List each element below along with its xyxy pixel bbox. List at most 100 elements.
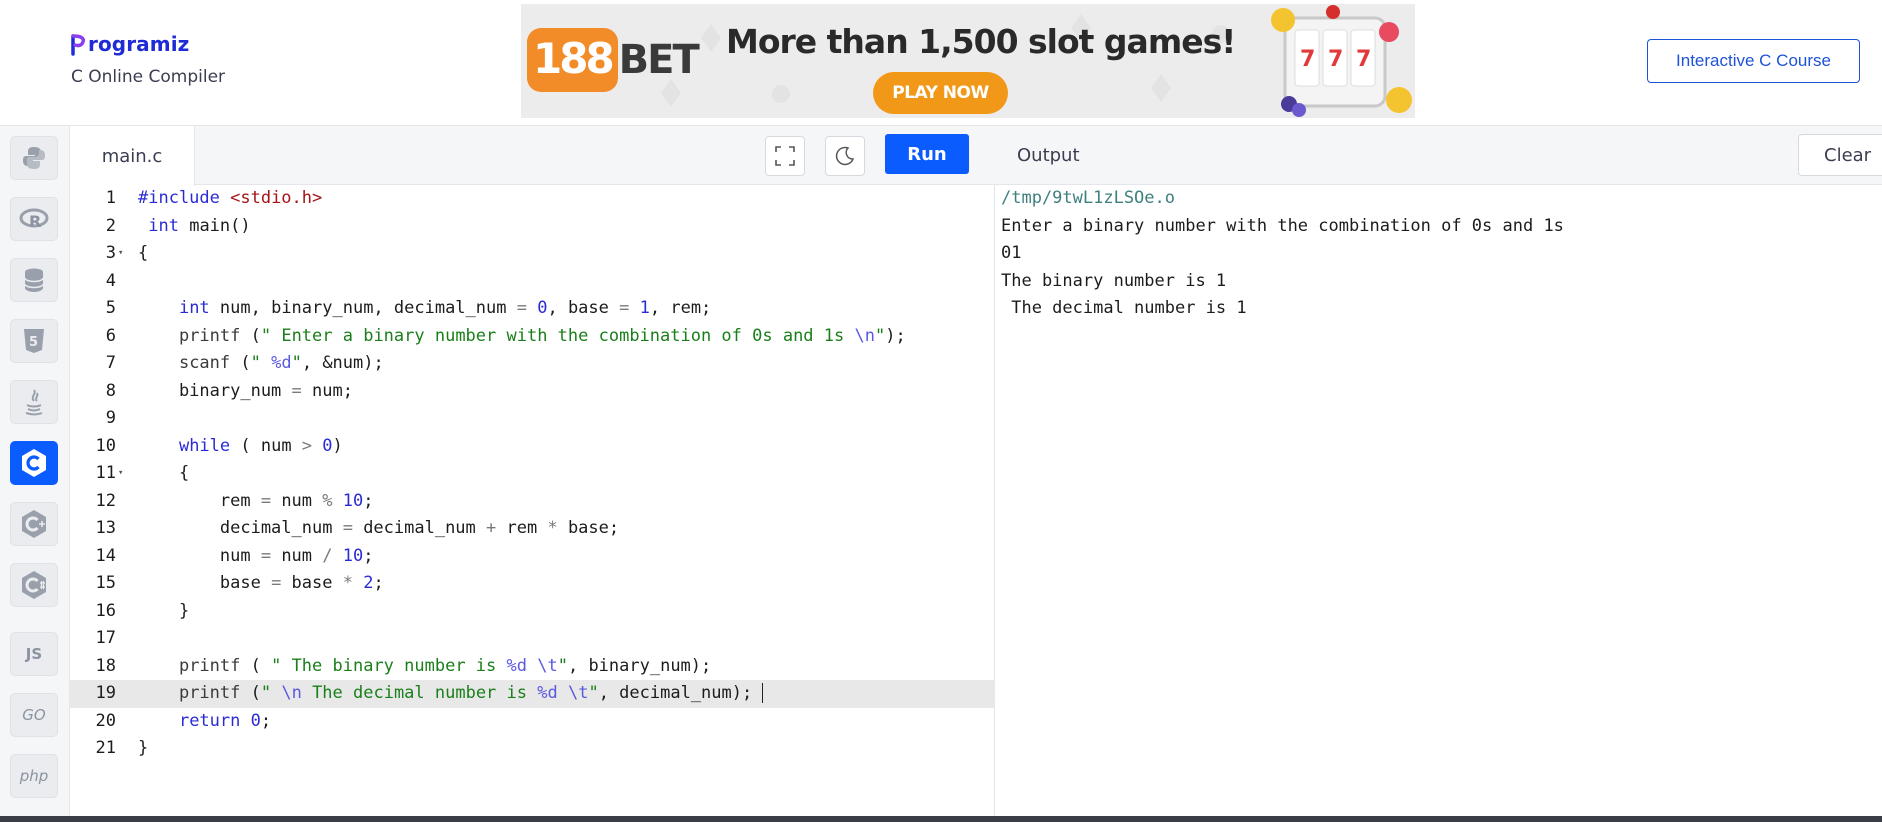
line-number: 6 — [105, 325, 116, 346]
code-text: int main() — [148, 215, 251, 236]
php-icon: php — [19, 767, 49, 785]
clear-button[interactable]: Clear — [1798, 134, 1882, 176]
line-number: 12 — [95, 490, 116, 511]
line-number: 8 — [105, 380, 116, 401]
line-number: 5 — [105, 298, 116, 318]
ad-brand-logo: 188 BET — [527, 16, 700, 104]
code-text: int num, binary_num, decimal_num = 0, ba… — [178, 298, 712, 318]
fullscreen-button[interactable] — [765, 136, 805, 176]
editor-toolbar: main.c Run — [70, 126, 995, 186]
code-text: printf (" Enter a binary number with the… — [178, 325, 906, 346]
code-text: } — [138, 738, 149, 758]
code-line[interactable]: 11 ▾ { — [70, 460, 995, 488]
code-line[interactable]: 18 printf ( " The binary number is %d \t… — [70, 653, 995, 681]
code-line[interactable]: 8 binary_num = num; — [70, 378, 995, 406]
js-icon: JS — [25, 645, 43, 663]
code-text: num = num / 10; — [138, 545, 374, 566]
code-line[interactable]: 17 — [70, 625, 995, 653]
cpp-icon — [22, 510, 46, 538]
tab-main-c[interactable]: main.c — [70, 126, 195, 186]
ad-logo-number: 188 — [527, 28, 618, 92]
text-cursor — [762, 683, 764, 703]
line-number: 19 — [95, 683, 116, 703]
ad-play-now-button[interactable]: PLAY NOW — [873, 72, 1008, 114]
code-text: decimal_num = decimal_num + rem * base; — [138, 518, 620, 538]
code-text: { — [138, 463, 190, 483]
fullscreen-icon — [775, 146, 795, 166]
code-line[interactable]: 4 — [70, 268, 995, 296]
sidebar-item-js[interactable]: JS — [10, 632, 58, 676]
code-line[interactable]: 20 return 0; — [70, 708, 995, 736]
line-number: 18 — [95, 655, 116, 676]
java-icon — [25, 389, 43, 416]
line-number: 14 — [95, 545, 116, 566]
code-text: binary_num = num; — [138, 380, 353, 401]
advertisement-banner[interactable]: 188 BET More than 1,500 slot games! PLAY… — [521, 4, 1415, 118]
line-number: 7 — [105, 353, 116, 373]
page-subtitle: C Online Compiler — [71, 67, 226, 87]
code-area[interactable]: 1 #include <stdio.h> 2 int main() 3 ▾{4 5 in… — [70, 185, 995, 763]
output-panel: Output Clear /tmp/9twL1zLSOe.o Enter a bi… — [995, 126, 1882, 816]
r-language-icon: R — [19, 208, 49, 231]
output-line: 01 — [1001, 243, 1022, 263]
code-line[interactable]: 10 while ( num > 0) — [70, 433, 995, 461]
bottom-bar — [0, 816, 1882, 822]
line-number: 13 — [95, 518, 116, 538]
code-text: rem = num % 10; — [138, 490, 374, 511]
line-number: 9 — [105, 408, 116, 428]
logo-text: rogramiz — [88, 32, 190, 56]
theme-toggle-button[interactable] — [825, 136, 865, 176]
run-button[interactable]: Run — [885, 134, 969, 174]
slot-machine-icon: 7 7 7 — [1271, 5, 1412, 117]
sidebar-item-java[interactable] — [10, 380, 58, 424]
sidebar-item-sql[interactable] — [10, 258, 58, 302]
fold-arrow-icon[interactable]: ▾ — [118, 240, 130, 268]
language-sidebar: R 5 JS GO php — [0, 126, 70, 816]
code-line[interactable]: 9 — [70, 405, 995, 433]
code-line[interactable]: 19 printf (" \n The decimal number is %d… — [70, 680, 995, 708]
fold-arrow-icon[interactable]: ▾ — [118, 460, 130, 488]
sidebar-item-php[interactable]: php — [10, 754, 58, 798]
code-line[interactable]: 5 int num, binary_num, decimal_num = 0, … — [70, 295, 995, 323]
ad-headline: More than 1,500 slot games! — [726, 22, 1236, 61]
html5-icon: 5 — [24, 329, 44, 353]
sidebar-item-go[interactable]: GO — [10, 693, 58, 737]
code-text: base = base * 2; — [138, 573, 384, 593]
sidebar-item-python[interactable] — [10, 136, 58, 180]
sidebar-item-c[interactable] — [10, 441, 58, 485]
sidebar-item-csharp[interactable] — [10, 563, 58, 607]
code-text: while ( num > 0) — [178, 435, 343, 456]
code-line[interactable]: 2 int main() — [70, 213, 995, 241]
code-line[interactable]: 13 decimal_num = decimal_num + rem * bas… — [70, 515, 995, 543]
output-file-path: /tmp/9twL1zLSOe.o — [1001, 188, 1175, 208]
code-line[interactable]: 14 num = num / 10; — [70, 543, 995, 571]
line-number: 20 — [95, 710, 116, 731]
go-icon: GO — [22, 706, 46, 724]
moon-icon — [835, 146, 855, 166]
programiz-logo-icon — [71, 34, 86, 56]
code-line[interactable]: 16 } — [70, 598, 995, 626]
code-text: } — [138, 600, 190, 621]
code-text: printf ( " The binary number is %d \t", … — [178, 655, 712, 676]
code-line[interactable]: 7 scanf (" %d", &num); — [70, 350, 995, 378]
code-line[interactable]: 6 printf (" Enter a binary number with t… — [70, 323, 995, 351]
interactive-c-course-button[interactable]: Interactive C Course — [1647, 39, 1860, 83]
svg-text:5: 5 — [29, 335, 38, 350]
code-line[interactable]: 3 ▾ { — [70, 240, 995, 268]
sidebar-item-r[interactable]: R — [10, 197, 58, 241]
top-header: rogramiz C Online Compiler 188 BET More … — [0, 0, 1882, 126]
code-line[interactable]: 15 base = base * 2; — [70, 570, 995, 598]
brand[interactable]: rogramiz C Online Compiler — [71, 30, 225, 87]
c-language-icon — [22, 449, 46, 477]
programiz-logo[interactable]: rogramiz — [71, 30, 225, 58]
code-line[interactable]: 21} — [70, 735, 995, 763]
sidebar-item-cpp[interactable] — [10, 502, 58, 546]
code-line[interactable]: 1 #include <stdio.h> — [70, 185, 995, 213]
code-line[interactable]: 12 rem = num % 10; — [70, 488, 995, 516]
code-text: printf (" \n The decimal number is %d \t… — [138, 680, 764, 708]
code-text: return 0; — [178, 710, 272, 731]
output-toolbar: Output Clear — [995, 126, 1882, 185]
sidebar-item-html[interactable]: 5 — [10, 319, 58, 363]
line-number: 17 — [95, 628, 116, 648]
